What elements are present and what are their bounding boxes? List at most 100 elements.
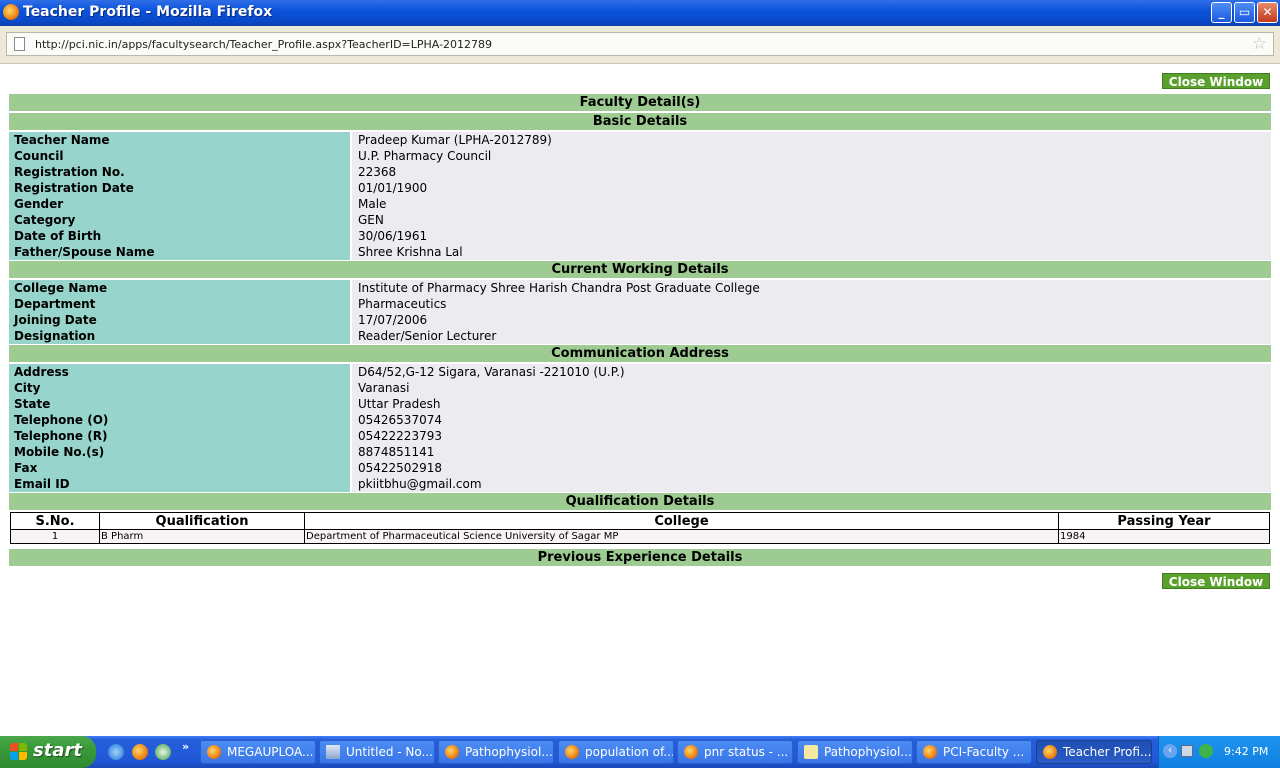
task-label: Pathophysiol...: [465, 745, 553, 759]
detail-label: Registration No.: [9, 164, 350, 180]
detail-value: 05422502918: [352, 460, 1271, 476]
detail-row: Mobile No.(s) 8874851141: [9, 444, 1271, 460]
detail-row: Registration No. 22368: [9, 164, 1271, 180]
column-header: S.No.: [10, 512, 100, 530]
detail-label: Email ID: [9, 476, 350, 492]
detail-label: Registration Date: [9, 180, 350, 196]
experience-heading: Previous Experience Details: [9, 549, 1271, 566]
detail-label: Telephone (O): [9, 412, 350, 428]
detail-value: Shree Krishna Lal: [352, 244, 1271, 260]
detail-row: College Name Institute of Pharmacy Shree …: [9, 280, 1271, 296]
task-label: MEGAUPLOA...: [227, 745, 314, 759]
detail-value: Varanasi: [352, 380, 1271, 396]
task-label: Teacher Profi...: [1063, 745, 1152, 759]
detail-row: Designation Reader/Senior Lecturer: [9, 328, 1271, 344]
quicklaunch-chevron-icon[interactable]: »: [182, 740, 189, 753]
table-cell: 1: [10, 529, 100, 544]
task-label: population of...: [585, 745, 674, 759]
qualification-body: 1B Pharm Department of Pharmaceutical Sci…: [10, 529, 1270, 544]
detail-row: Registration Date 01/01/1900: [9, 180, 1271, 196]
page-content: Close Window Faculty Detail(s) Basic Det…: [0, 64, 1280, 736]
detail-value: Male: [352, 196, 1271, 212]
detail-label: Council: [9, 148, 350, 164]
taskbar-task-button[interactable]: Untitled - No...: [319, 740, 435, 764]
taskbar-task-button[interactable]: pnr status - ...: [677, 740, 793, 764]
detail-value: Pradeep Kumar (LPHA-2012789): [352, 132, 1271, 148]
network-icon[interactable]: [1181, 745, 1193, 757]
detail-value: pkiitbhu@gmail.com: [352, 476, 1271, 492]
url-field[interactable]: http://pci.nic.in/apps/facultysearch/Tea…: [6, 32, 1274, 56]
detail-row: Address D64/52,G-12 Sigara, Varanasi -221…: [9, 364, 1271, 380]
taskbar-task-button[interactable]: Teacher Profi...: [1036, 740, 1152, 764]
detail-value: U.P. Pharmacy Council: [352, 148, 1271, 164]
basic-details-heading: Basic Details: [9, 113, 1271, 130]
page-icon: [14, 37, 25, 51]
task-label: pnr status - ...: [704, 745, 789, 759]
detail-row: Department Pharmaceutics: [9, 296, 1271, 312]
task-label: PCI-Faculty ...: [943, 745, 1025, 759]
detail-row: Fax 05422502918: [9, 460, 1271, 476]
table-cell: 1984: [1058, 529, 1270, 544]
windows-logo-icon: [10, 743, 28, 761]
detail-label: State: [9, 396, 350, 412]
window-title: Teacher Profile - Mozilla Firefox: [23, 4, 273, 20]
task-label: Untitled - No...: [346, 745, 433, 759]
close-window-button[interactable]: ✕: [1257, 2, 1278, 23]
tray-expand-icon[interactable]: ‹: [1163, 744, 1177, 758]
working-details-rows: College Name Institute of Pharmacy Shree …: [9, 280, 1271, 344]
table-cell: Department of Pharmaceutical Science Uni…: [304, 529, 1059, 544]
minimize-button[interactable]: _: [1211, 2, 1232, 23]
main-heading: Faculty Detail(s): [9, 94, 1271, 111]
firefox-icon: [1043, 745, 1057, 759]
utorrent-icon[interactable]: [155, 744, 171, 760]
window-titlebar: Teacher Profile - Mozilla Firefox _ ▭ ✕: [0, 0, 1280, 26]
firefox-quicklaunch-icon[interactable]: [132, 744, 148, 760]
close-window-link[interactable]: Close Window: [1162, 573, 1270, 589]
taskbar-task-button[interactable]: population of...: [558, 740, 674, 764]
detail-row: City Varanasi: [9, 380, 1271, 396]
detail-row: Telephone (R) 05422223793: [9, 428, 1271, 444]
firefox-icon: [565, 745, 579, 759]
detail-label: Address: [9, 364, 350, 380]
detail-value: 05426537074: [352, 412, 1271, 428]
detail-label: Mobile No.(s): [9, 444, 350, 460]
detail-value: Uttar Pradesh: [352, 396, 1271, 412]
firefox-icon: [684, 745, 698, 759]
help-icon: [804, 745, 818, 759]
firefox-icon: [207, 745, 221, 759]
start-button[interactable]: start: [0, 736, 96, 768]
taskbar-task-button[interactable]: PCI-Faculty ...: [916, 740, 1032, 764]
tray-app-icon[interactable]: [1199, 744, 1213, 758]
detail-row: Council U.P. Pharmacy Council: [9, 148, 1271, 164]
detail-row: Date of Birth 30/06/1961: [9, 228, 1271, 244]
detail-value: Reader/Senior Lecturer: [352, 328, 1271, 344]
detail-value: GEN: [352, 212, 1271, 228]
detail-value: 22368: [352, 164, 1271, 180]
taskbar-task-button[interactable]: Pathophysiol...: [797, 740, 913, 764]
firefox-icon: [445, 745, 459, 759]
basic-details-rows: Teacher Name Pradeep Kumar (LPHA-2012789)…: [9, 132, 1271, 260]
close-window-link[interactable]: Close Window: [1162, 73, 1270, 89]
column-header: Passing Year: [1058, 512, 1270, 530]
taskbar-task-button[interactable]: Pathophysiol...: [438, 740, 554, 764]
detail-value: 05422223793: [352, 428, 1271, 444]
detail-value: 17/07/2006: [352, 312, 1271, 328]
detail-row: Gender Male: [9, 196, 1271, 212]
column-header: Qualification: [99, 512, 305, 530]
clock: 9:42 PM: [1224, 745, 1269, 758]
bookmark-star-icon[interactable]: ☆: [1252, 34, 1267, 54]
qualification-heading: Qualification Details: [9, 493, 1271, 510]
firefox-icon: [923, 745, 937, 759]
table-row: 1B Pharm Department of Pharmaceutical Sci…: [10, 529, 1270, 544]
start-label: start: [33, 740, 82, 761]
maximize-button[interactable]: ▭: [1234, 2, 1255, 23]
qualification-table: S.No. Qualification College Passing Year…: [10, 512, 1270, 544]
taskbar: start » MEGAUPLOA... Untitled - No... Path…: [0, 736, 1280, 768]
task-label: Pathophysiol...: [824, 745, 912, 759]
internet-explorer-icon[interactable]: [108, 744, 124, 760]
detail-row: Email ID pkiitbhu@gmail.com: [9, 476, 1271, 492]
url-text: http://pci.nic.in/apps/facultysearch/Tea…: [35, 38, 493, 51]
detail-row: Teacher Name Pradeep Kumar (LPHA-2012789): [9, 132, 1271, 148]
taskbar-task-button[interactable]: MEGAUPLOA...: [200, 740, 316, 764]
detail-value: 01/01/1900: [352, 180, 1271, 196]
